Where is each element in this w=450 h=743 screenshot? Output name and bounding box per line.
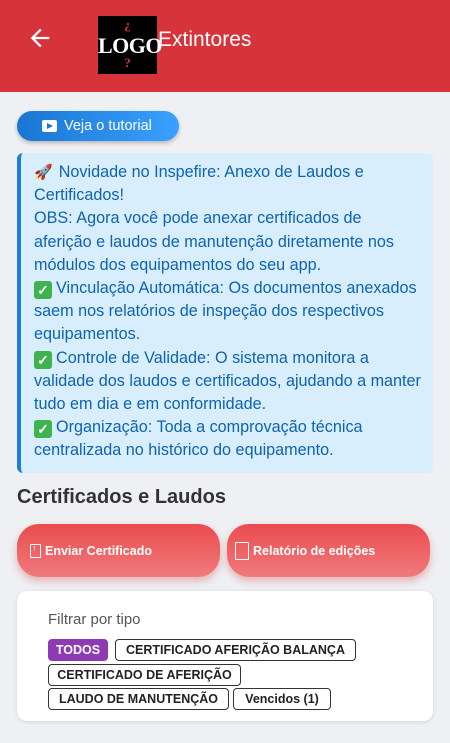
- document-icon: [235, 541, 249, 560]
- edit-report-button[interactable]: Relatório de edições: [227, 524, 430, 577]
- filter-card: Filtrar por tipo TODOS CERTIFICADO AFERI…: [17, 591, 433, 721]
- rocket-icon: 🚀: [34, 164, 53, 181]
- check-icon: ✓: [34, 350, 52, 369]
- app-bar: ¿ LOGO ? Extintores: [0, 0, 450, 92]
- announcement-box: 🚀 Novidade no Inspefire: Anexo de Laudos …: [17, 153, 433, 473]
- check-icon: ✓: [34, 420, 52, 439]
- notice-text: Organização: Toda a comprovação técnica …: [34, 418, 363, 460]
- notice-text: Controle de Validade: O sistema monitora…: [34, 348, 421, 414]
- notice-text: Novidade no Inspefire: Anexo de Laudos e…: [34, 163, 364, 205]
- upload-document-icon: [30, 543, 41, 558]
- section-title: Certificados e Laudos: [17, 486, 226, 508]
- edit-report-label: Relatório de edições: [253, 543, 376, 558]
- filter-label: Filtrar por tipo: [48, 611, 141, 628]
- check-icon: ✓: [34, 281, 52, 300]
- send-certificate-button[interactable]: Enviar Certificado: [17, 524, 220, 577]
- chip-certificado-de-afericao[interactable]: CERTIFICADO DE AFERIÇÃO: [48, 664, 241, 686]
- notice-line: OBS: Agora você pode anexar certificados…: [34, 209, 394, 274]
- logo-mark-bottom: ?: [124, 55, 131, 70]
- notice-line: 🚀 Novidade no Inspefire: Anexo de Laudos …: [34, 161, 423, 207]
- chip-vencidos[interactable]: Vencidos (1): [233, 688, 331, 710]
- notice-line: ✓ Vinculação Automática: Os documentos an…: [34, 277, 423, 347]
- logo-mark-top: ¿: [124, 17, 131, 32]
- tutorial-label: Veja o tutorial: [64, 118, 152, 134]
- app-logo: ¿ LOGO ?: [98, 16, 163, 74]
- notice-text: Vinculação Automática: Os documentos ane…: [34, 279, 417, 344]
- chip-laudo-de-manutencao[interactable]: LAUDO DE MANUTENÇÃO: [48, 688, 229, 710]
- tutorial-button[interactable]: Veja o tutorial: [17, 111, 179, 141]
- page-title: Extintores: [158, 28, 252, 51]
- youtube-play-icon: [42, 120, 57, 132]
- notice-line: ✓ Organização: Toda a comprovação técnica…: [34, 416, 423, 462]
- back-arrow-icon[interactable]: [26, 24, 54, 52]
- send-certificate-label: Enviar Certificado: [45, 543, 152, 558]
- notice-line: ✓ Controle de Validade: O sistema monitor…: [34, 347, 423, 417]
- chip-todos[interactable]: TODOS: [48, 639, 108, 661]
- chip-certificado-afericao-balanca[interactable]: CERTIFICADO AFERIÇÃO BALANÇA: [115, 639, 356, 661]
